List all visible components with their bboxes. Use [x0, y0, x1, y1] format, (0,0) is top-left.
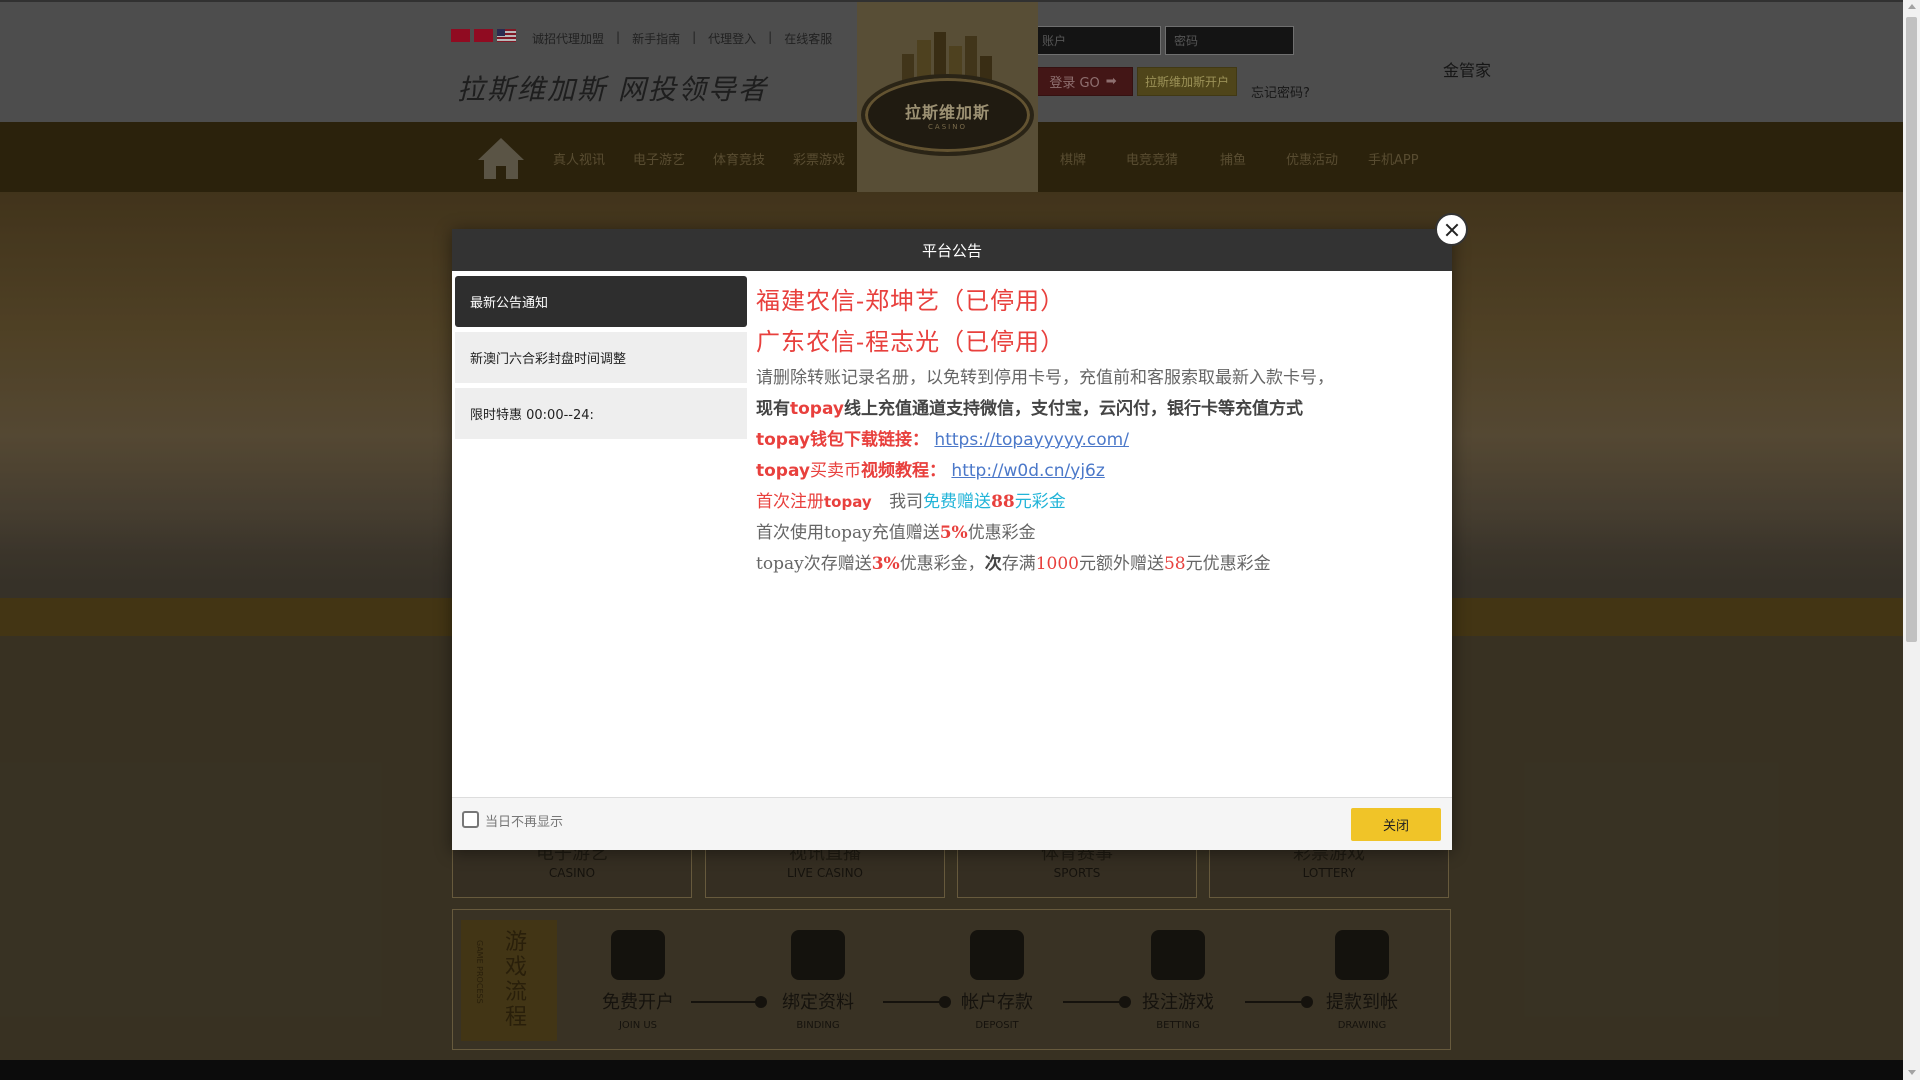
notice-line-7: 首次注册topay 我司免费赠送88元彩金 [756, 487, 1446, 518]
text-segment: 88 [991, 492, 1015, 512]
text-segment: 首次注册 [756, 492, 824, 512]
text-segment: topay次存赠送 [756, 554, 872, 574]
text-segment: 元额外赠送 [1078, 554, 1164, 574]
notice-line-5: topay钱包下载链接： https://topayyyyy.com/ [756, 425, 1446, 456]
modal-footer: 当日不再显示 关闭 [452, 797, 1452, 850]
dont-show-today-label[interactable]: 当日不再显示 [485, 811, 563, 830]
tab-latest-notice[interactable]: 最新公告通知 [455, 276, 747, 327]
notice-line-6: topay买卖币视频教程： http://w0d.cn/yj6z [756, 456, 1446, 487]
modal-header: 平台公告 [452, 229, 1452, 271]
announcement-tab-list: 最新公告通知 新澳门六合彩封盘时间调整 限时特惠 00:00--24: [455, 276, 747, 444]
text-segment: 58 [1163, 554, 1186, 574]
topay-tutorial-link[interactable]: http://w0d.cn/yj6z [951, 461, 1104, 481]
text-segment: 3% [871, 554, 900, 574]
scroll-up-arrow-icon[interactable] [1908, 4, 1916, 9]
text-segment: 1000 [1035, 554, 1079, 574]
text-segment: topay钱包下载链接： [756, 430, 930, 450]
text-segment: 我司 [889, 492, 924, 512]
text-segment: 元优惠彩金 [1185, 554, 1271, 574]
text-segment: 次 [984, 554, 1002, 574]
text-segment: topay [790, 399, 845, 419]
text-segment: 免费赠送 [923, 492, 992, 512]
announcement-modal: 平台公告 最新公告通知 新澳门六合彩封盘时间调整 限时特惠 00:00--24:… [452, 213, 1468, 850]
text-segment: 5% [939, 523, 968, 543]
text-segment: 元彩金 [1014, 492, 1066, 512]
scrollbar-thumb[interactable] [1906, 17, 1917, 642]
notice-line-3: 请删除转账记录名册，以免转到停用卡号，充值前和客服索取最新入款卡号， [756, 368, 1334, 388]
notice-line-2: 广东农信-程志光（已停用） [756, 328, 1066, 356]
text-segment: 买卖币 [810, 461, 862, 481]
topay-download-link[interactable]: https://topayyyyy.com/ [934, 430, 1129, 450]
notice-line-1: 福建农信-郑坤艺（已停用） [756, 287, 1066, 315]
text-segment: 优惠彩金， [899, 554, 985, 574]
close-icon[interactable] [1435, 213, 1468, 246]
text-segment: topay [824, 493, 872, 511]
notice-line-8: 首次使用topay充值赠送5%优惠彩金 [756, 518, 1446, 549]
dont-show-today-checkbox[interactable] [462, 811, 479, 828]
text-segment: 线上充值通道支持微信，支付宝，云闪付，银行卡等充值方式 [844, 399, 1304, 419]
page-scrollbar[interactable] [1903, 0, 1920, 1080]
notice-line-4: 现有topay线上充值通道支持微信，支付宝，云闪付，银行卡等充值方式 [756, 394, 1446, 425]
text-segment: 视频教程： [861, 461, 947, 481]
tab-lottery-schedule[interactable]: 新澳门六合彩封盘时间调整 [455, 332, 747, 383]
tab-limited-offer[interactable]: 限时特惠 00:00--24: [455, 388, 747, 439]
text-segment: 首次使用topay充值赠送 [756, 523, 940, 543]
text-segment: 存满 [1001, 554, 1036, 574]
announcement-content: 福建农信-郑坤艺（已停用） 广东农信-程志光（已停用） 请删除转账记录名册，以免… [756, 281, 1446, 580]
close-button[interactable]: 关闭 [1351, 808, 1441, 841]
notice-line-9: topay次存赠送3%优惠彩金，次存满1000元额外赠送58元优惠彩金 [756, 549, 1446, 580]
text-segment: 现有 [756, 399, 790, 419]
text-segment: topay [756, 461, 811, 481]
modal-title: 平台公告 [921, 241, 982, 260]
text-segment: 优惠彩金 [967, 523, 1036, 543]
scroll-down-arrow-icon[interactable] [1908, 1070, 1916, 1075]
